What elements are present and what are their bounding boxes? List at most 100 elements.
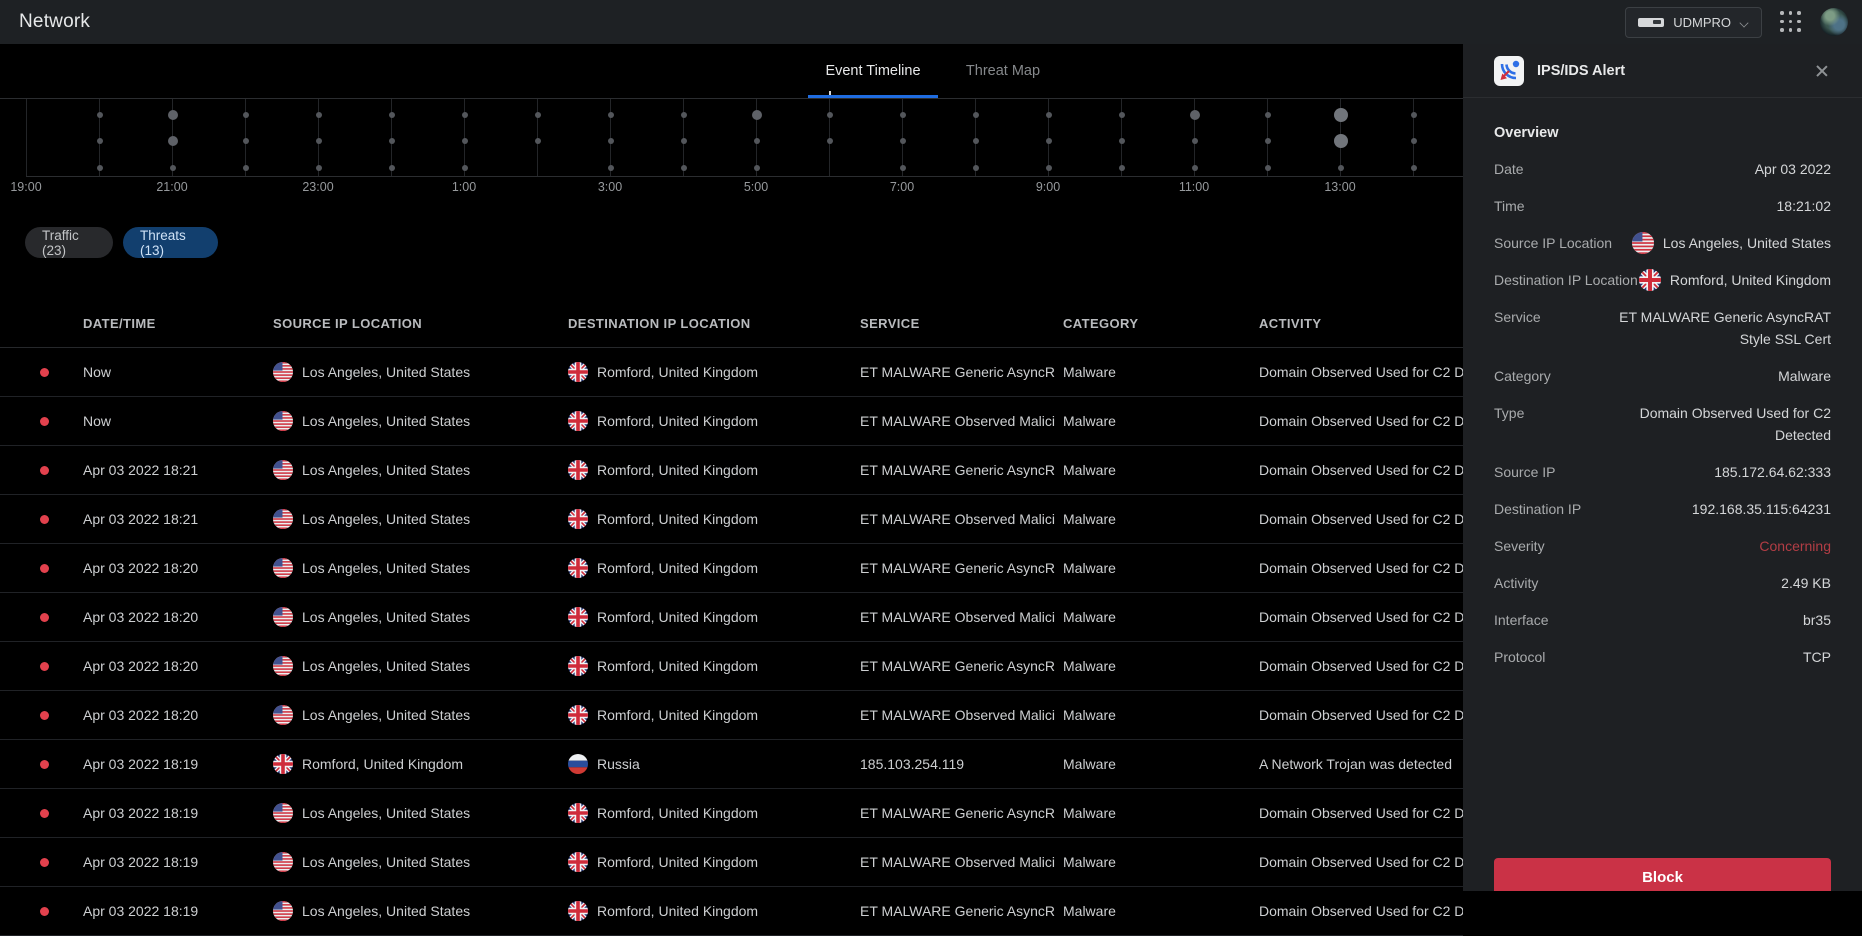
source-flag-icon [273,362,293,382]
event-dot[interactable] [1046,165,1052,171]
event-dot[interactable] [389,165,395,171]
event-dot[interactable] [1190,110,1200,120]
cell-service: ET MALWARE Observed Malicio [860,593,1055,641]
detail-row: Destination IP Location Romford, United … [1494,269,1831,291]
event-dot[interactable] [389,112,395,118]
cell-activity: Domain Observed Used for C2 D [1259,691,1463,739]
us-flag-icon [1632,232,1654,254]
detail-value: ET MALWARE Generic AsyncRAT Style SSL Ce… [1619,306,1831,350]
event-dot[interactable] [1411,112,1417,118]
event-dot[interactable] [1192,165,1198,171]
event-dot[interactable] [1119,165,1125,171]
destination-flag-icon [568,754,588,774]
timeline-hour-label: 5:00 [721,180,791,194]
filter-traffic[interactable]: Traffic (23) [25,227,113,258]
event-dot[interactable] [1411,138,1417,144]
event-dot[interactable] [97,112,103,118]
cell-service: ET MALWARE Generic AsyncRA [860,446,1055,494]
event-dot[interactable] [1334,134,1348,148]
event-timeline-chart[interactable]: 19:0021:0023:001:003:005:007:009:0011:00… [0,98,1463,198]
event-dot[interactable] [316,112,322,118]
close-icon[interactable] [1813,62,1831,80]
device-selector[interactable]: UDMPRO [1625,7,1762,38]
event-dot[interactable] [1411,165,1417,171]
event-dot[interactable] [243,165,249,171]
event-dot[interactable] [316,138,322,144]
event-dot[interactable] [900,112,906,118]
event-dot[interactable] [752,110,762,120]
event-dot[interactable] [1046,112,1052,118]
detail-value: Concerning [1759,535,1831,557]
event-dot[interactable] [462,112,468,118]
destination-flag-icon [568,411,588,431]
cell-activity: Domain Observed Used for C2 D [1259,838,1463,886]
event-dot[interactable] [1338,165,1344,171]
detail-value: Apr 03 2022 [1755,158,1831,180]
event-dot[interactable] [1334,108,1348,122]
destination-flag-icon [568,362,588,382]
event-dot[interactable] [97,165,103,171]
threat-dot-icon [40,711,49,720]
event-dot[interactable] [681,112,687,118]
event-dot[interactable] [973,138,979,144]
event-dot[interactable] [1265,138,1271,144]
event-dot[interactable] [168,110,178,120]
event-dot[interactable] [973,112,979,118]
event-dot[interactable] [389,138,395,144]
table-row[interactable]: Apr 03 2022 18:20 Los Angeles, United St… [0,642,1463,691]
table-row[interactable]: Apr 03 2022 18:19 Los Angeles, United St… [0,789,1463,838]
event-dot[interactable] [900,138,906,144]
event-dot[interactable] [170,165,176,171]
device-name: UDMPRO [1673,15,1731,30]
event-dot[interactable] [1192,138,1198,144]
event-dot[interactable] [681,138,687,144]
event-dot[interactable] [243,138,249,144]
event-dot[interactable] [754,138,760,144]
table-row[interactable]: Apr 03 2022 18:21 Los Angeles, United St… [0,446,1463,495]
event-dot[interactable] [535,138,541,144]
threat-dot-icon [40,858,49,867]
apps-grid-icon[interactable] [1780,11,1802,33]
tab-event-timeline[interactable]: Event Timeline [808,44,938,98]
event-dot[interactable] [462,138,468,144]
table-row[interactable]: Now Los Angeles, United States Romford, … [0,397,1463,446]
avatar[interactable] [1820,8,1848,36]
table-row[interactable]: Apr 03 2022 18:19 Los Angeles, United St… [0,838,1463,887]
event-dot[interactable] [900,165,906,171]
block-button[interactable]: Block [1494,858,1831,891]
event-dot[interactable] [608,112,614,118]
event-dot[interactable] [316,165,322,171]
filter-threats[interactable]: Threats (13) [123,227,218,258]
table-row[interactable]: Apr 03 2022 18:21 Los Angeles, United St… [0,495,1463,544]
table-row[interactable]: Apr 03 2022 18:20 Los Angeles, United St… [0,691,1463,740]
cell-source-location: Los Angeles, United States [273,838,558,886]
event-dot[interactable] [97,138,103,144]
event-dot[interactable] [827,112,833,118]
table-row[interactable]: Apr 03 2022 18:19 Romford, United Kingdo… [0,740,1463,789]
timeline-tick [245,98,246,176]
event-dot[interactable] [827,138,833,144]
event-dot[interactable] [462,165,468,171]
event-dot[interactable] [243,112,249,118]
event-dot[interactable] [1119,138,1125,144]
event-dot[interactable] [1046,138,1052,144]
table-row[interactable]: Now Los Angeles, United States Romford, … [0,348,1463,397]
table-row[interactable]: Apr 03 2022 18:20 Los Angeles, United St… [0,593,1463,642]
event-dot[interactable] [1119,112,1125,118]
event-dot[interactable] [754,165,760,171]
timeline-tick [1413,98,1414,176]
event-dot[interactable] [1265,165,1271,171]
event-dot[interactable] [681,165,687,171]
cell-category: Malware [1063,593,1249,641]
tab-threat-map[interactable]: Threat Map [958,44,1048,98]
event-dot[interactable] [608,138,614,144]
threat-dot-icon [40,564,49,573]
event-dot[interactable] [535,112,541,118]
table-row[interactable]: Apr 03 2022 18:20 Los Angeles, United St… [0,544,1463,593]
timeline-tick [683,98,684,176]
event-dot[interactable] [1265,112,1271,118]
event-dot[interactable] [973,165,979,171]
event-dot[interactable] [608,165,614,171]
event-dot[interactable] [168,136,178,146]
table-row[interactable]: Apr 03 2022 18:19 Los Angeles, United St… [0,887,1463,936]
